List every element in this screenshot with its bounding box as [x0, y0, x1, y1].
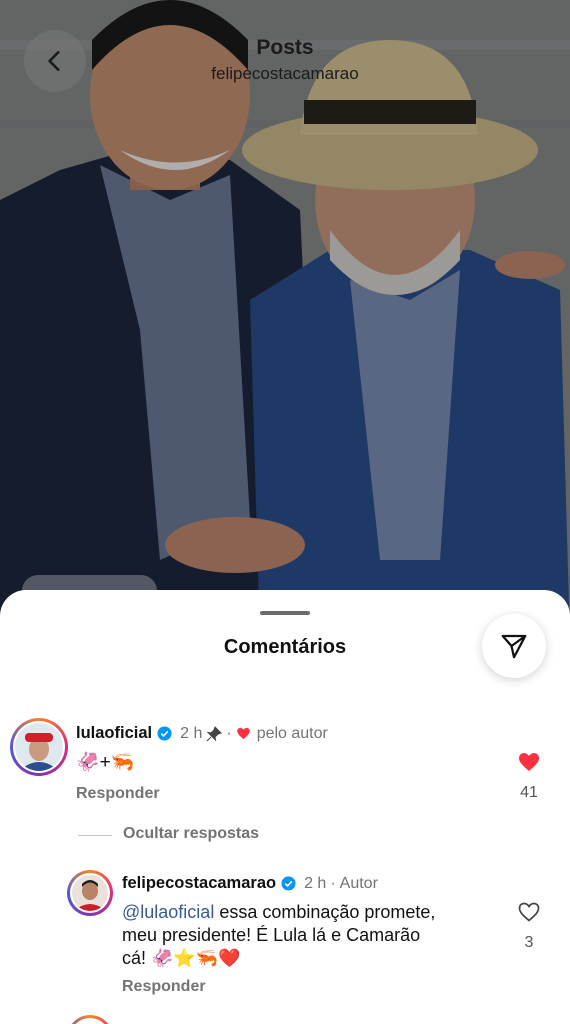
reply-meta: felipecostacamarao 2 h · Autor — [122, 874, 378, 893]
comments-sheet: Comentários lulaoficial 2 h · pelo autor… — [0, 590, 570, 1024]
mention-link[interactable]: @lulaoficial — [122, 902, 214, 922]
post-photo-illustration — [0, 0, 570, 640]
sheet-grabber[interactable] — [260, 611, 310, 615]
comment-time: 2 h — [180, 724, 203, 742]
author-tag: Autor — [339, 874, 378, 892]
avatar[interactable] — [67, 870, 113, 916]
heart-outline-icon — [518, 902, 540, 922]
divider — [78, 835, 112, 836]
liked-by-author-label: pelo autor — [256, 724, 328, 742]
reply-separator: · — [330, 874, 336, 892]
page-subtitle: felipecostacamarao — [211, 64, 359, 83]
like-count: 41 — [520, 784, 538, 801]
reply-username[interactable]: felipecostacamarao — [122, 874, 276, 893]
reply-text: @lulaoficial essa combinação promete, me… — [122, 901, 502, 970]
comment-meta: lulaoficial 2 h · pelo autor — [76, 724, 328, 743]
share-button[interactable] — [482, 614, 546, 678]
comment-item: lulaoficial 2 h · pelo autor 🦑+🦐 Respond… — [0, 718, 570, 818]
reply-text-line2: meu presidente! É Lula lá e Camarão — [122, 925, 421, 945]
verified-icon — [281, 876, 296, 891]
comment-text: 🦑+🦐 — [76, 752, 135, 773]
avatar-image — [15, 723, 63, 771]
page-title: Posts — [256, 36, 314, 59]
pin-icon — [206, 725, 223, 741]
like-button[interactable]: 41 — [509, 750, 549, 802]
post-photo — [0, 0, 570, 640]
reply-text-line1: essa combinação promete, — [214, 902, 436, 922]
heart-icon — [519, 753, 539, 771]
avatar-image — [72, 875, 108, 911]
heart-icon — [236, 727, 250, 740]
reply-button[interactable]: Responder — [122, 978, 206, 996]
reply-time: 2 h — [304, 874, 327, 892]
like-button[interactable]: 3 — [509, 900, 549, 952]
hide-replies-button[interactable]: Ocultar respostas — [123, 825, 259, 843]
comment-username[interactable]: lulaoficial — [76, 724, 152, 743]
reply-text-line3: cá! 🦑⭐🦐❤️ — [122, 948, 241, 968]
comment-separator: · — [226, 724, 232, 742]
send-icon — [501, 634, 527, 659]
reply-item: felipecostacamarao 2 h · Autor @lulaofic… — [0, 870, 570, 1000]
avatar[interactable] — [67, 1015, 113, 1024]
avatar[interactable] — [10, 718, 68, 776]
like-count: 3 — [524, 934, 534, 951]
verified-icon — [157, 726, 172, 741]
reply-button[interactable]: Responder — [76, 785, 160, 803]
